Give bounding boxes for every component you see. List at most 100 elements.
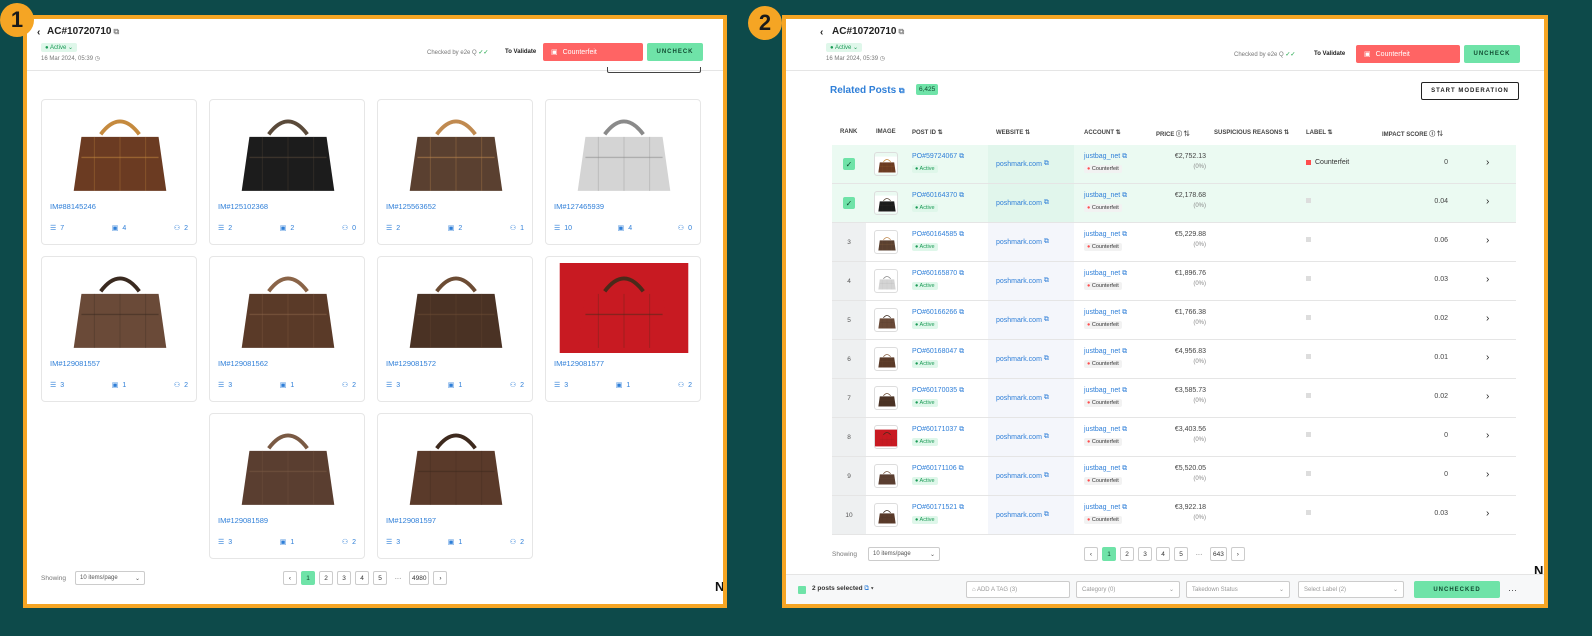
website-link[interactable]: poshmark.com ⧉ [988, 457, 1074, 495]
page-button[interactable]: 5 [1174, 547, 1188, 561]
post-id-link[interactable]: PO#60165870 ⧉ [912, 270, 964, 278]
post-thumbnail[interactable] [874, 152, 898, 176]
image-card[interactable]: IM#125563652 ☰ 2 ▣ 2 ⚇ 1 [377, 99, 533, 245]
external-link-icon[interactable]: ⧉ [959, 192, 964, 199]
col-website[interactable]: WEBSITE ⇅ [996, 129, 1030, 136]
account-link[interactable]: justbag_net ⧉ [1084, 231, 1127, 239]
unchecked-toggle-button[interactable]: UNCHECKED [1414, 581, 1500, 598]
table-row[interactable]: ✓ PO#59724067 ⧉ ● Active poshmark.com ⧉ … [832, 145, 1516, 184]
checkbox-checked-icon[interactable]: ✓ [843, 158, 855, 170]
website-link[interactable]: poshmark.com ⧉ [988, 496, 1074, 534]
post-thumbnail[interactable] [874, 425, 898, 449]
image-id-link[interactable]: IM#129081597 [386, 516, 436, 525]
product-image[interactable] [50, 263, 190, 353]
next-page-button[interactable]: › [1230, 547, 1245, 561]
account-link[interactable]: justbag_net ⧉ [1084, 309, 1127, 317]
external-link-icon[interactable]: ⧉ [959, 504, 964, 511]
image-id-link[interactable]: IM#129081557 [50, 359, 100, 368]
post-id-link[interactable]: PO#60166266 ⧉ [912, 309, 964, 317]
website-link[interactable]: poshmark.com ⧉ [988, 301, 1074, 339]
copy-icon[interactable]: ⧉ [899, 27, 905, 36]
image-id-link[interactable]: IM#129081572 [386, 359, 436, 368]
label-cell[interactable]: Counterfeit [1306, 159, 1349, 166]
post-id-link[interactable]: PO#60171037 ⧉ [912, 426, 964, 434]
post-id-link[interactable]: PO#60171106 ⧉ [912, 465, 964, 473]
product-image[interactable] [218, 420, 358, 510]
chevron-right-icon[interactable]: › [1486, 157, 1489, 168]
website-link[interactable]: poshmark.com ⧉ [988, 379, 1074, 417]
image-card[interactable]: IM#125102368 ☰ 2 ▣ 2 ⚇ 0 [209, 99, 365, 245]
chevron-right-icon[interactable]: › [1486, 391, 1489, 402]
product-image[interactable] [554, 106, 694, 196]
external-link-icon[interactable]: ⧉ [1044, 511, 1049, 519]
account-link[interactable]: justbag_net ⧉ [1084, 387, 1127, 395]
takedown-status-select[interactable]: Takedown Status ⌄ [1186, 581, 1290, 598]
external-link-icon[interactable]: ⧉ [1122, 348, 1127, 355]
product-image[interactable] [50, 106, 190, 196]
chevron-right-icon[interactable]: › [1486, 508, 1489, 519]
post-thumbnail[interactable] [874, 503, 898, 527]
account-link[interactable]: justbag_net ⧉ [1084, 153, 1127, 161]
page-button[interactable]: 3 [337, 571, 351, 585]
start-moderation-button[interactable]: START MODERATION [1421, 82, 1519, 100]
external-link-icon[interactable]: ⧉ [959, 231, 964, 238]
chevron-right-icon[interactable]: › [1486, 430, 1489, 441]
external-link-icon[interactable]: ⧉ [959, 309, 964, 316]
col-post-id[interactable]: POST ID ⇅ [912, 129, 943, 136]
external-link-icon[interactable]: ⧉ [1122, 192, 1127, 199]
image-id-link[interactable]: IM#127465939 [554, 202, 604, 211]
prev-page-button[interactable]: ‹ [1084, 547, 1098, 561]
image-id-link[interactable]: IM#125563652 [386, 202, 436, 211]
account-link[interactable]: justbag_net ⧉ [1084, 504, 1127, 512]
product-image[interactable] [386, 420, 526, 510]
external-link-icon[interactable]: ⧉ [1044, 394, 1049, 402]
checkbox-icon[interactable] [798, 586, 806, 594]
website-link[interactable]: poshmark.com ⧉ [988, 340, 1074, 378]
website-link[interactable]: poshmark.com ⧉ [988, 418, 1074, 456]
more-icon[interactable]: ··· [1508, 585, 1517, 595]
rank-cell[interactable]: ✓ [832, 184, 866, 222]
external-link-icon[interactable]: ⧉ [1122, 426, 1127, 433]
image-id-link[interactable]: IM#125102368 [218, 202, 268, 211]
external-link-icon[interactable]: ⧉ [1122, 153, 1127, 160]
external-link-icon[interactable]: ⧉ [1044, 199, 1049, 207]
col-account[interactable]: ACCOUNT ⇅ [1084, 129, 1121, 136]
label-cell[interactable] [1306, 393, 1315, 398]
table-row[interactable]: 10 PO#60171521 ⧉ ● Active poshmark.com ⧉… [832, 496, 1516, 535]
per-page-select[interactable]: 10 items/page ⌄ [75, 571, 145, 585]
table-row[interactable]: 7 PO#60170035 ⧉ ● Active poshmark.com ⧉ … [832, 379, 1516, 418]
table-row[interactable]: 3 PO#60164585 ⧉ ● Active poshmark.com ⧉ … [832, 223, 1516, 262]
label-cell[interactable] [1306, 510, 1315, 515]
post-thumbnail[interactable] [874, 308, 898, 332]
post-thumbnail[interactable] [874, 386, 898, 410]
uncheck-button[interactable]: UNCHECK [647, 43, 703, 61]
back-arrow-icon[interactable]: ‹ [37, 27, 40, 38]
image-id-link[interactable]: IM#129081577 [554, 359, 604, 368]
page-button[interactable]: 1 [1102, 547, 1116, 561]
product-image[interactable] [218, 106, 358, 196]
table-row[interactable]: 8 PO#60171037 ⧉ ● Active poshmark.com ⧉ … [832, 418, 1516, 457]
image-id-link[interactable]: IM#129081562 [218, 359, 268, 368]
last-page-button[interactable]: 4980 [409, 571, 430, 585]
website-link[interactable]: poshmark.com ⧉ [988, 145, 1074, 183]
status-badge[interactable]: ● Active ⌄ [41, 43, 77, 52]
post-thumbnail[interactable] [874, 230, 898, 254]
page-button[interactable]: 4 [355, 571, 369, 585]
col-suspicious-reasons[interactable]: SUSPICIOUS REASONS ⇅ [1214, 129, 1289, 136]
last-page-button[interactable]: 643 [1210, 547, 1227, 561]
table-row[interactable]: 6 PO#60168047 ⧉ ● Active poshmark.com ⧉ … [832, 340, 1516, 379]
label-cell[interactable] [1306, 315, 1315, 320]
copy-icon[interactable]: ⧉ [114, 27, 120, 36]
chevron-right-icon[interactable]: › [1486, 274, 1489, 285]
image-card[interactable]: IM#129081572 ☰ 3 ▣ 1 ⚇ 2 [377, 256, 533, 402]
checkbox-checked-icon[interactable]: ✓ [843, 197, 855, 209]
product-image[interactable] [218, 263, 358, 353]
chevron-right-icon[interactable]: › [1486, 196, 1489, 207]
select-label-select[interactable]: Select Label (2) ⌄ [1298, 581, 1404, 598]
post-thumbnail[interactable] [874, 269, 898, 293]
external-link-icon[interactable]: ⧉ [1122, 309, 1127, 316]
per-page-select[interactable]: 10 items/page ⌄ [868, 547, 940, 561]
back-arrow-icon[interactable]: ‹ [820, 27, 823, 38]
chevron-right-icon[interactable]: › [1486, 235, 1489, 246]
website-link[interactable]: poshmark.com ⧉ [988, 184, 1074, 222]
